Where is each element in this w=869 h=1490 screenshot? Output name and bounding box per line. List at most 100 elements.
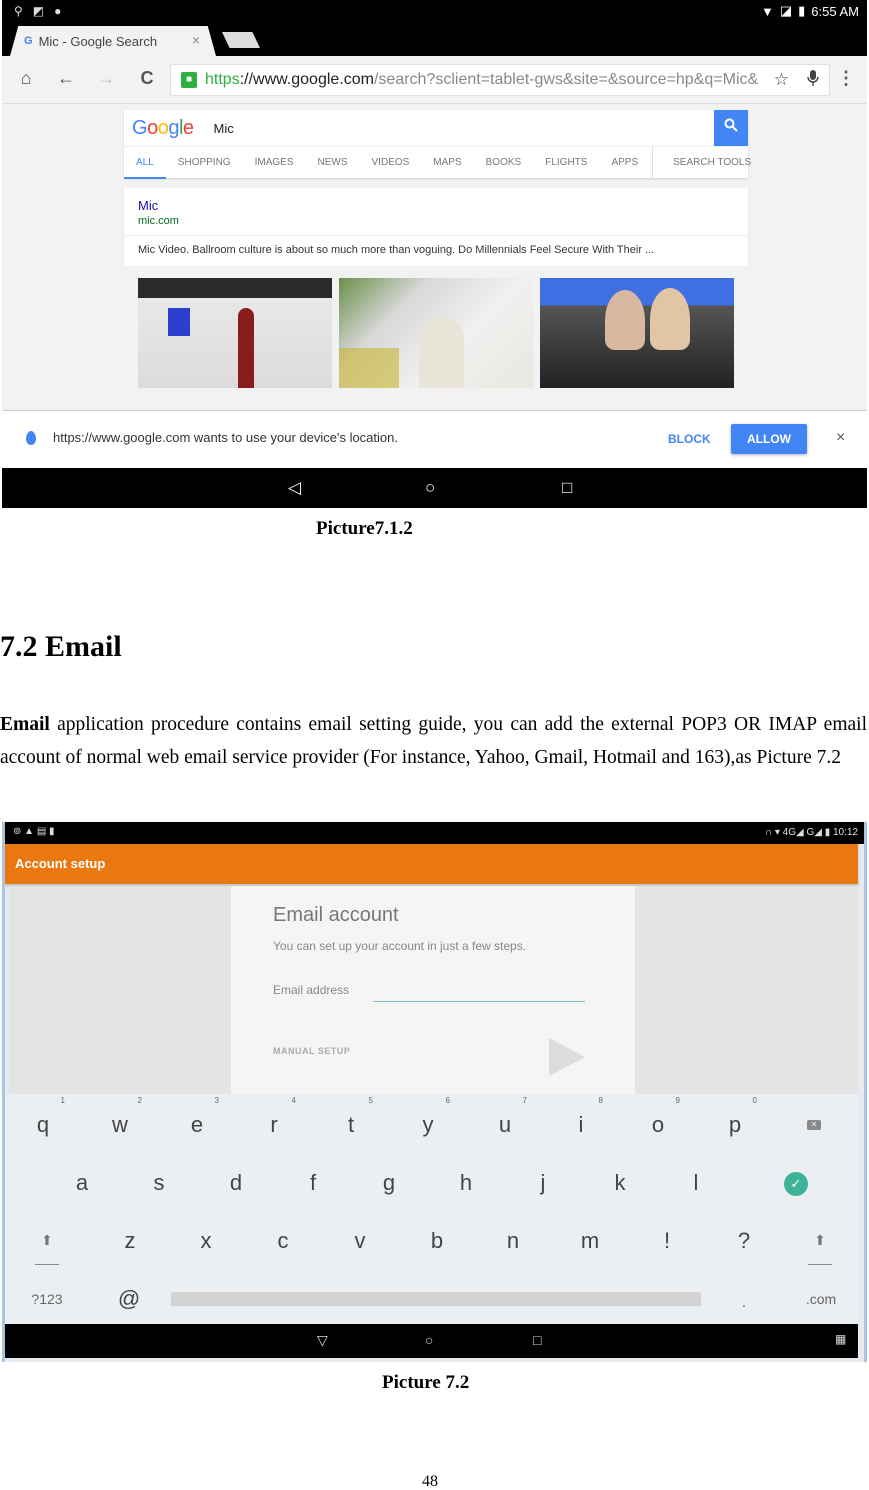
no-sim-icon: ◩ — [32, 4, 45, 18]
browser-tab[interactable]: G Mic - Google Search × — [10, 26, 216, 56]
key-question[interactable]: ? — [724, 1228, 764, 1254]
nav-back-icon[interactable]: ◁ — [288, 478, 301, 498]
home-icon[interactable]: ⌂ — [14, 68, 38, 89]
candidates-flag-image[interactable] — [540, 278, 734, 388]
key-at[interactable]: @ — [109, 1286, 149, 1312]
allow-button[interactable]: ALLOW — [731, 424, 807, 454]
new-tab-button[interactable] — [222, 32, 260, 48]
section-heading: 7.2 Email — [0, 630, 122, 663]
key-c[interactable]: c — [263, 1228, 303, 1254]
search-query-input[interactable]: Mic — [214, 121, 234, 136]
close-icon[interactable]: × — [836, 429, 845, 447]
key-a[interactable]: a — [62, 1170, 102, 1196]
nav-recents-icon[interactable]: □ — [562, 478, 572, 498]
key-i[interactable]: i8 — [561, 1096, 603, 1138]
search-button[interactable] — [714, 110, 748, 146]
bookmark-star-icon[interactable]: ☆ — [774, 70, 789, 90]
key-g[interactable]: g — [369, 1170, 409, 1196]
key-h[interactable]: h — [446, 1170, 486, 1196]
block-button[interactable]: BLOCK — [668, 432, 711, 446]
woman-at-table-image[interactable] — [339, 278, 533, 388]
nav-home-icon[interactable]: ○ — [425, 1332, 433, 1348]
search-tabs: ALL SHOPPING IMAGES NEWS VIDEOS MAPS BOO… — [124, 146, 751, 179]
tab-maps[interactable]: MAPS — [421, 147, 473, 179]
symbols-key[interactable]: ?123 — [27, 1291, 67, 1307]
google-logo[interactable]: Google — [132, 117, 194, 140]
url-text: https://www.google.com/search?sclient=ta… — [205, 71, 759, 88]
overflow-menu-icon[interactable]: ⋮ — [837, 68, 855, 89]
card-subtitle: You can set up your account in just a fe… — [273, 939, 527, 953]
address-bar[interactable]: ■ https://www.google.com/search?sclient=… — [170, 64, 830, 96]
key-s[interactable]: s — [139, 1170, 179, 1196]
nav-recents-icon[interactable]: □ — [533, 1332, 541, 1348]
search-result: Mic mic.com Mic Video. Ballroom culture … — [124, 188, 748, 266]
tab-books[interactable]: BOOKS — [474, 147, 534, 179]
forward-arrow-icon[interactable]: → — [94, 68, 118, 89]
key-e[interactable]: e3 — [177, 1096, 219, 1138]
figure-caption: Picture7.1.2 — [316, 518, 413, 539]
result-url: mic.com — [138, 215, 179, 227]
microphone-icon[interactable] — [807, 69, 819, 92]
next-arrow-icon[interactable] — [549, 1038, 585, 1076]
shift-right-icon[interactable]: ⬆ — [800, 1232, 840, 1249]
lock-icon: ■ — [181, 72, 197, 88]
email-setup-screenshot: ⊚ ▲ ▤ ▮ ∩ ▾ 4G◢ G◢ ▮ 10:12 Account setup… — [2, 822, 867, 1362]
right-margin-pane — [635, 886, 858, 1094]
email-address-input[interactable] — [373, 998, 585, 1002]
key-v[interactable]: v — [340, 1228, 380, 1254]
no-signal-icon: ◪ — [779, 3, 793, 18]
android-nav-bar: ◁ ○ □ — [2, 468, 867, 508]
close-tab-icon[interactable]: × — [192, 32, 200, 48]
key-o[interactable]: o9 — [638, 1096, 680, 1138]
key-p[interactable]: p0 — [715, 1096, 757, 1138]
tab-news[interactable]: NEWS — [306, 147, 360, 179]
key-w[interactable]: w2 — [100, 1096, 142, 1138]
key-u[interactable]: u7 — [485, 1096, 527, 1138]
action-bar: Account setup — [5, 844, 858, 884]
key-z[interactable]: z — [110, 1228, 150, 1254]
back-arrow-icon[interactable]: ← — [54, 68, 78, 89]
enter-check-icon[interactable]: ✓ — [784, 1172, 808, 1196]
manual-setup-button[interactable]: MANUAL SETUP — [273, 1046, 350, 1056]
search-icon — [724, 118, 738, 132]
key-y[interactable]: y6 — [408, 1096, 451, 1138]
tab-apps[interactable]: APPS — [599, 147, 650, 179]
backspace-icon[interactable]: ✕ — [807, 1120, 821, 1130]
key-k[interactable]: k — [600, 1170, 640, 1196]
tab-videos[interactable]: VIDEOS — [360, 147, 422, 179]
result-title-link[interactable]: Mic — [138, 198, 734, 213]
key-t[interactable]: t5 — [331, 1096, 373, 1138]
nav-home-icon[interactable]: ○ — [425, 478, 435, 498]
key-exclamation[interactable]: ! — [647, 1228, 687, 1254]
tab-search-tools[interactable]: SEARCH TOOLS — [652, 146, 763, 179]
tab-strip: G Mic - Google Search × — [2, 24, 867, 56]
key-d[interactable]: d — [216, 1170, 256, 1196]
key-b[interactable]: b — [417, 1228, 457, 1254]
key-x[interactable]: x — [186, 1228, 226, 1254]
key-f[interactable]: f — [293, 1170, 333, 1196]
key-r[interactable]: r4 — [254, 1096, 296, 1138]
key-period[interactable]: . — [724, 1294, 764, 1310]
key-q[interactable]: q1 — [23, 1096, 65, 1138]
key-n[interactable]: n — [493, 1228, 533, 1254]
browser-toolbar: ⌂ ← → C ■ https://www.google.com/search?… — [2, 56, 867, 104]
key-m[interactable]: m — [570, 1228, 610, 1254]
reload-icon[interactable]: C — [135, 68, 159, 89]
usb-icon: ⚲ — [14, 4, 23, 18]
location-permission-text: https://www.google.com wants to use your… — [53, 430, 398, 445]
key-dotcom[interactable]: .com — [801, 1291, 841, 1307]
tab-all[interactable]: ALL — [124, 147, 166, 179]
tab-images[interactable]: IMAGES — [243, 147, 306, 179]
tab-flights[interactable]: FLIGHTS — [533, 147, 599, 179]
spacebar[interactable] — [171, 1292, 701, 1306]
status-bar: ⚲ ◩ ● ▼ ◪ ▮ 6:55 AM — [2, 0, 867, 24]
shift-underline — [808, 1264, 832, 1265]
tab-shopping[interactable]: SHOPPING — [166, 147, 243, 179]
key-j[interactable]: j — [523, 1170, 563, 1196]
android-nav-bar: ▽ ○ □ ▦ — [5, 1324, 858, 1358]
nav-back-icon[interactable]: ▽ — [317, 1332, 328, 1349]
shift-left-icon[interactable]: ⬆ — [27, 1232, 67, 1249]
restroom-signs-image[interactable] — [138, 278, 332, 388]
key-l[interactable]: l — [676, 1170, 716, 1196]
keyboard-switch-icon[interactable]: ▦ — [835, 1332, 846, 1346]
